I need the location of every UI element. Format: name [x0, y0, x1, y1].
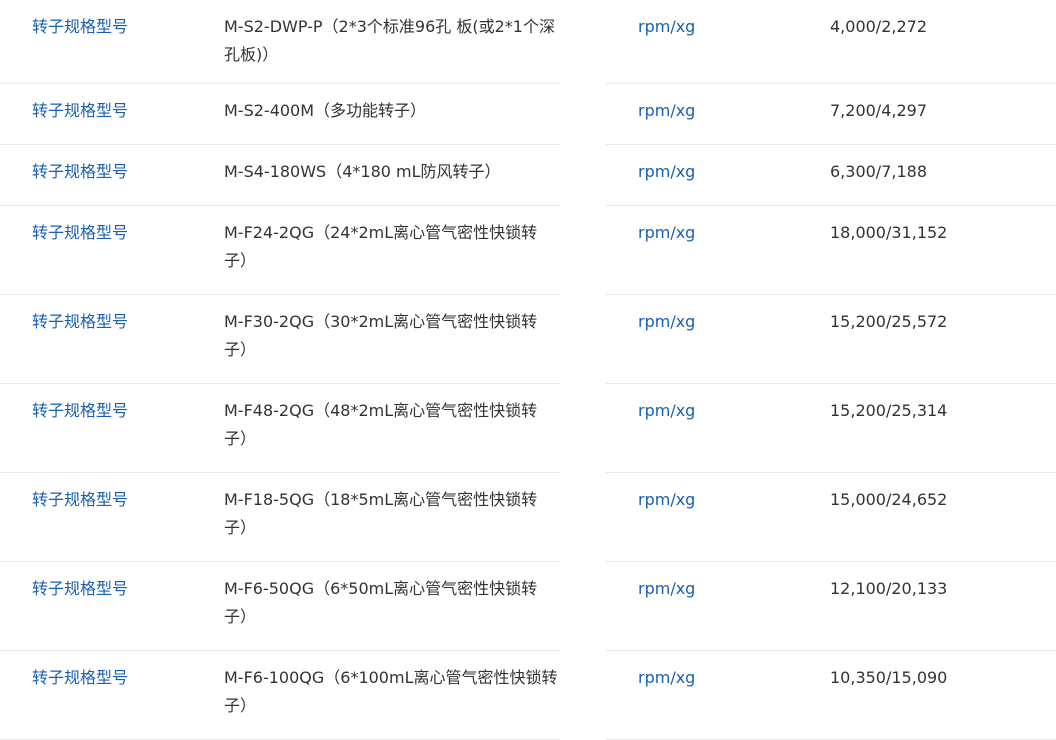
row-label[interactable]: 转子规格型号: [32, 664, 128, 692]
speed-unit-label[interactable]: rpm/xg: [638, 308, 695, 336]
speed-unit-label[interactable]: rpm/xg: [638, 219, 695, 247]
row-label[interactable]: 转子规格型号: [32, 13, 128, 41]
row-label[interactable]: 转子规格型号: [32, 308, 128, 336]
row-label[interactable]: 转子规格型号: [32, 486, 128, 514]
table-row: rpm/xg 15,200/25,572: [606, 295, 1056, 384]
rotor-model: M-F48-2QG（48*2mL离心管气密性快锁转子）: [224, 401, 538, 448]
table-row: rpm/xg 6,300/7,188: [606, 145, 1056, 206]
row-label[interactable]: 转子规格型号: [32, 97, 128, 125]
table-row: rpm/xg 7,200/4,297: [606, 84, 1056, 145]
table-row: 转子规格型号 M-S2-400M（多功能转子）: [0, 84, 560, 145]
speed-value: 15,200/25,314: [830, 401, 948, 420]
speed-unit-label[interactable]: rpm/xg: [638, 664, 695, 692]
rotor-model: M-F30-2QG（30*2mL离心管气密性快锁转子）: [224, 312, 538, 359]
table-row: rpm/xg 15,000/24,652: [606, 473, 1056, 562]
rotor-model: M-F24-2QG（24*2mL离心管气密性快锁转子）: [224, 223, 538, 270]
rotor-model: M-F6-50QG（6*50mL离心管气密性快锁转子）: [224, 579, 538, 626]
speed-unit-label[interactable]: rpm/xg: [638, 575, 695, 603]
speed-unit-label[interactable]: rpm/xg: [638, 486, 695, 514]
table-row: rpm/xg 15,200/25,314: [606, 384, 1056, 473]
table-row: 转子规格型号 M-F6-100QG（6*100mL离心管气密性快锁转子）: [0, 651, 560, 740]
speed-value: 7,200/4,297: [830, 101, 927, 120]
table-row: 转子规格型号 M-F48-2QG（48*2mL离心管气密性快锁转子）: [0, 384, 560, 473]
speed-value: 15,000/24,652: [830, 490, 948, 509]
rotor-model: M-F18-5QG（18*5mL离心管气密性快锁转子）: [224, 490, 538, 537]
row-label[interactable]: 转子规格型号: [32, 158, 128, 186]
table-row: 转子规格型号 M-S2-DWP-P（2*3个标准96孔 板(或2*1个深孔板)）: [0, 0, 560, 84]
spec-table-left: 转子规格型号 M-S2-DWP-P（2*3个标准96孔 板(或2*1个深孔板)）…: [0, 0, 560, 740]
speed-unit-label[interactable]: rpm/xg: [638, 97, 695, 125]
row-label[interactable]: 转子规格型号: [32, 575, 128, 603]
speed-unit-label[interactable]: rpm/xg: [638, 397, 695, 425]
rotor-model: M-F6-100QG（6*100mL离心管气密性快锁转子）: [224, 668, 558, 715]
table-row: 转子规格型号 M-F24-2QG（24*2mL离心管气密性快锁转子）: [0, 206, 560, 295]
table-row: rpm/xg 4,000/2,272: [606, 0, 1056, 84]
rotor-model: M-S2-DWP-P（2*3个标准96孔 板(或2*1个深孔板)）: [224, 17, 555, 64]
table-row: 转子规格型号 M-S4-180WS（4*180 mL防风转子）: [0, 145, 560, 206]
speed-value: 18,000/31,152: [830, 223, 948, 242]
table-row: 转子规格型号 M-F18-5QG（18*5mL离心管气密性快锁转子）: [0, 473, 560, 562]
row-label[interactable]: 转子规格型号: [32, 219, 128, 247]
row-label[interactable]: 转子规格型号: [32, 397, 128, 425]
speed-value: 12,100/20,133: [830, 579, 948, 598]
speed-value: 15,200/25,572: [830, 312, 948, 331]
table-row: rpm/xg 10,350/15,090: [606, 651, 1056, 740]
table-row: rpm/xg 18,000/31,152: [606, 206, 1056, 295]
rotor-model: M-S4-180WS（4*180 mL防风转子）: [224, 162, 501, 181]
table-row: rpm/xg 12,100/20,133: [606, 562, 1056, 651]
speed-unit-label[interactable]: rpm/xg: [638, 13, 695, 41]
speed-value: 4,000/2,272: [830, 17, 927, 36]
rotor-model: M-S2-400M（多功能转子）: [224, 101, 427, 120]
table-row: 转子规格型号 M-F6-50QG（6*50mL离心管气密性快锁转子）: [0, 562, 560, 651]
speed-value: 10,350/15,090: [830, 668, 948, 687]
speed-unit-label[interactable]: rpm/xg: [638, 158, 695, 186]
spec-table-right: rpm/xg 4,000/2,272 rpm/xg 7,200/4,297 rp…: [606, 0, 1056, 740]
speed-value: 6,300/7,188: [830, 162, 927, 181]
table-row: 转子规格型号 M-F30-2QG（30*2mL离心管气密性快锁转子）: [0, 295, 560, 384]
